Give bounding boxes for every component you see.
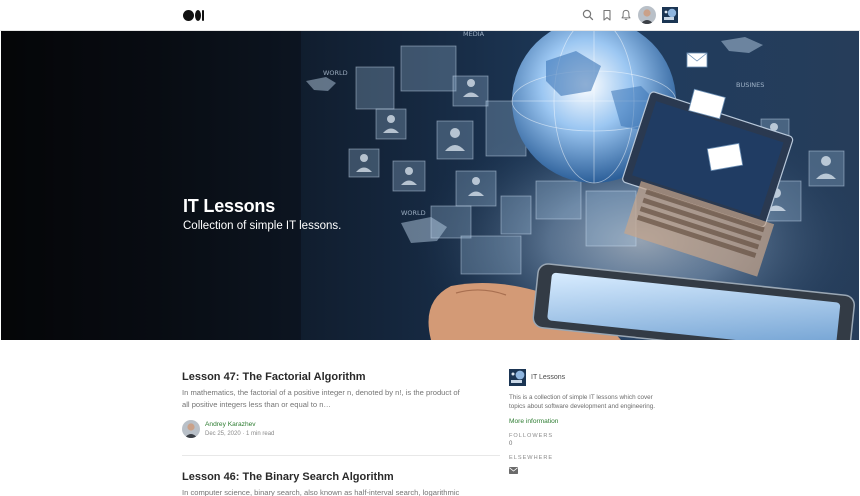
- logo-circle-large: [183, 9, 194, 21]
- search-icon[interactable]: [581, 8, 595, 22]
- followers-count: 0: [509, 440, 513, 447]
- article-title[interactable]: Lesson 46: The Binary Search Algorithm: [182, 471, 500, 483]
- article-card[interactable]: Lesson 46: The Binary Search Algorithm I…: [182, 471, 500, 496]
- article-divider: [182, 455, 500, 456]
- elsewhere-label: ELSEWHERE: [509, 454, 554, 461]
- svg-text:BUSINES: BUSINES: [736, 81, 764, 89]
- article-excerpt-line: all positive integers less than or equal…: [182, 400, 332, 409]
- article-title[interactable]: Lesson 47: The Factorial Algorithm: [182, 371, 500, 383]
- hero-subtitle: Collection of simple IT lessons.: [183, 220, 342, 232]
- top-navbar: [0, 0, 860, 31]
- article-excerpt: In computer science, binary search, also…: [182, 487, 500, 496]
- user-avatar-image: [638, 6, 656, 24]
- publication-sidebar: IT Lessons This is a collection of simpl…: [509, 369, 679, 479]
- article-excerpt-line: In computer science, binary search, also…: [182, 488, 460, 496]
- sidebar-description: This is a collection of simple IT lesson…: [509, 394, 655, 411]
- publication-avatar[interactable]: [662, 7, 678, 23]
- author-name[interactable]: Andrey Karazhev: [205, 421, 274, 428]
- more-information-link[interactable]: More information: [509, 418, 679, 425]
- sidebar-publication[interactable]: IT Lessons: [509, 369, 679, 386]
- logo-circle-medium: [195, 9, 201, 21]
- sidebar-publication-image[interactable]: [509, 369, 526, 386]
- article-excerpt-line: In mathematics, the factorial of a posit…: [182, 388, 460, 397]
- followers-label: FOLLOWERS: [509, 432, 554, 439]
- hero-title: IT Lessons: [183, 196, 276, 216]
- publication-thumbnail: [662, 7, 678, 23]
- medium-logo[interactable]: [183, 9, 205, 21]
- article-meta: Dec 25, 2020 · 1 min read: [205, 431, 275, 437]
- author-info: Andrey Karazhev Dec 25, 2020 · 1 min rea…: [205, 421, 274, 437]
- svg-text:WORLD: WORLD: [401, 209, 426, 217]
- publication-thumbnail: [509, 369, 526, 386]
- publication-hero-banner: WORLD WORLD MEDIA BUSINES IT Lessons Col…: [1, 31, 859, 340]
- hero-background-image: WORLD WORLD MEDIA BUSINES: [1, 31, 859, 340]
- article-card[interactable]: Lesson 47: The Factorial Algorithm In ma…: [182, 371, 500, 438]
- user-avatar[interactable]: [638, 6, 656, 24]
- author-row: Andrey Karazhev Dec 25, 2020 · 1 min rea…: [182, 420, 274, 438]
- svg-text:MEDIA: MEDIA: [463, 31, 485, 38]
- article-excerpt: In mathematics, the factorial of a posit…: [182, 387, 500, 411]
- author-avatar-image: [182, 420, 200, 438]
- sidebar-publication-name[interactable]: IT Lessons: [531, 374, 565, 381]
- author-avatar[interactable]: [182, 420, 200, 438]
- bell-icon[interactable]: [619, 8, 633, 22]
- bookmark-icon[interactable]: [600, 8, 614, 22]
- svg-text:WORLD: WORLD: [323, 69, 348, 77]
- logo-circle-small: [202, 9, 204, 21]
- mail-icon[interactable]: [509, 466, 518, 474]
